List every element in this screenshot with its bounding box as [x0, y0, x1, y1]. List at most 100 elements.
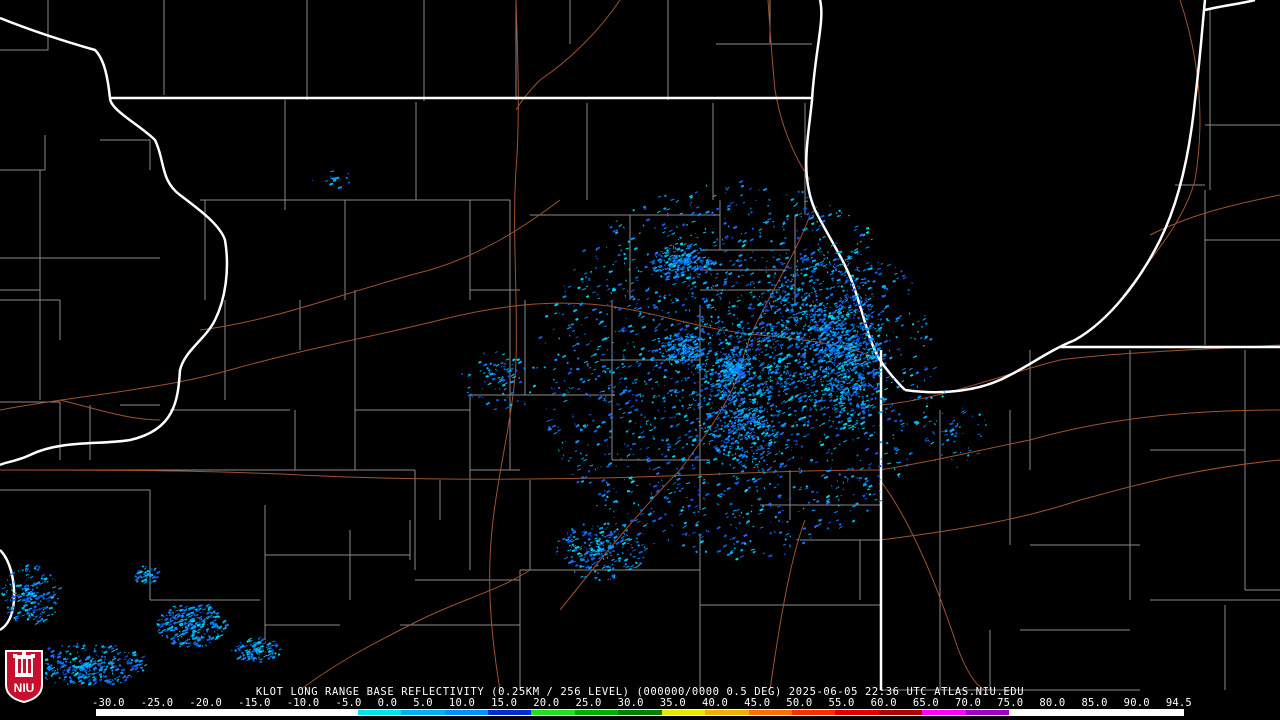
echo-pixel	[601, 566, 606, 570]
echo-pixel	[800, 310, 805, 314]
echo-pixel	[615, 465, 617, 467]
echo-pixel	[564, 556, 569, 560]
echo-pixel	[710, 298, 715, 302]
echo-pixel	[839, 427, 843, 430]
echo-pixel	[811, 222, 815, 226]
echo-pixel	[731, 512, 735, 516]
echo-pixel	[810, 338, 815, 341]
echo-pixel	[705, 370, 707, 373]
echo-pixel	[801, 469, 803, 471]
echo-pixel	[617, 453, 619, 455]
echo-pixel	[802, 507, 805, 510]
echo-pixel	[793, 203, 798, 207]
echo-pixel	[658, 394, 660, 397]
echo-pixel	[690, 201, 692, 204]
echo-pixel	[866, 351, 869, 354]
echo-pixel	[808, 409, 812, 412]
echo-pixel	[632, 341, 634, 343]
echo-pixel	[612, 510, 615, 513]
echo-pixel	[657, 516, 663, 521]
echo-pixel	[825, 406, 830, 410]
echo-pixel	[759, 444, 763, 448]
echo-pixel	[758, 375, 762, 378]
echo-pixel	[617, 282, 623, 287]
echo-pixel	[690, 243, 694, 246]
echo-pixel	[740, 274, 745, 277]
echo-pixel	[860, 327, 862, 330]
echo-pixel	[646, 253, 650, 256]
echo-pixel	[571, 415, 575, 418]
echo-pixel	[832, 382, 835, 384]
echo-pixel	[637, 298, 641, 301]
echo-pixel	[726, 207, 731, 211]
echo-pixel	[571, 543, 575, 546]
echo-pixel	[785, 214, 790, 218]
echo-pixel	[652, 484, 658, 488]
echo-pixel	[828, 521, 832, 524]
echo-pixel	[557, 449, 560, 452]
echo-pixel	[844, 475, 847, 479]
echo-pixel	[646, 457, 651, 460]
echo-pixel	[189, 614, 194, 617]
echo-pixel	[760, 326, 765, 329]
echo-pixel	[738, 432, 741, 434]
echo-pixel	[561, 537, 566, 541]
echo-pixel	[755, 452, 759, 455]
echo-pixel	[740, 233, 743, 235]
echo-pixel	[685, 419, 689, 422]
echo-pixel	[562, 454, 565, 457]
echo-pixel	[893, 419, 898, 423]
echo-pixel	[546, 419, 551, 423]
echo-pixel	[640, 315, 645, 319]
echo-pixel	[806, 376, 809, 380]
echo-pixel	[671, 301, 675, 304]
echo-pixel	[851, 276, 856, 280]
echo-pixel	[615, 229, 619, 232]
echo-pixel	[813, 404, 817, 407]
echo-pixel	[914, 337, 916, 340]
echo-pixel	[598, 310, 603, 314]
echo-pixel	[644, 265, 648, 269]
echo-pixel	[765, 425, 767, 427]
echo-pixel	[694, 505, 699, 508]
echo-pixel	[572, 414, 574, 416]
echo-pixel	[756, 403, 759, 405]
echo-pixel	[691, 443, 694, 447]
echo-pixel	[609, 436, 612, 439]
echo-pixel	[727, 310, 731, 312]
echo-pixel	[685, 442, 689, 446]
echo-pixel	[596, 348, 600, 351]
echo-pixel	[635, 393, 640, 398]
echo-pixel	[684, 308, 688, 312]
echo-pixel	[644, 547, 648, 550]
echo-pixel	[657, 466, 661, 469]
echo-pixel	[828, 415, 831, 419]
echo-pixel	[825, 266, 827, 269]
echo-pixel	[128, 652, 130, 654]
echo-pixel	[842, 310, 845, 313]
echo-pixel	[667, 343, 673, 347]
echo-pixel	[866, 492, 868, 495]
echo-pixel	[607, 536, 612, 539]
echo-pixel	[627, 429, 630, 431]
echo-pixel	[801, 312, 806, 316]
echo-pixel	[628, 419, 632, 424]
echo-pixel	[568, 386, 571, 389]
echo-pixel	[772, 357, 776, 360]
echo-pixel	[800, 445, 804, 448]
echo-pixel	[664, 267, 669, 271]
echo-pixel	[666, 234, 670, 237]
echo-pixel	[216, 629, 219, 632]
echo-pixel	[635, 360, 639, 363]
echo-pixel	[760, 456, 764, 460]
echo-pixel	[566, 533, 569, 535]
echo-pixel	[632, 548, 637, 552]
echo-pixel	[790, 449, 793, 451]
echo-pixel	[919, 336, 923, 340]
echo-pixel	[743, 338, 747, 341]
echo-pixel	[172, 605, 176, 608]
echo-pixel	[677, 352, 680, 355]
echo-pixel	[607, 384, 612, 387]
echo-pixel	[642, 394, 644, 397]
echo-pixel	[736, 299, 741, 302]
